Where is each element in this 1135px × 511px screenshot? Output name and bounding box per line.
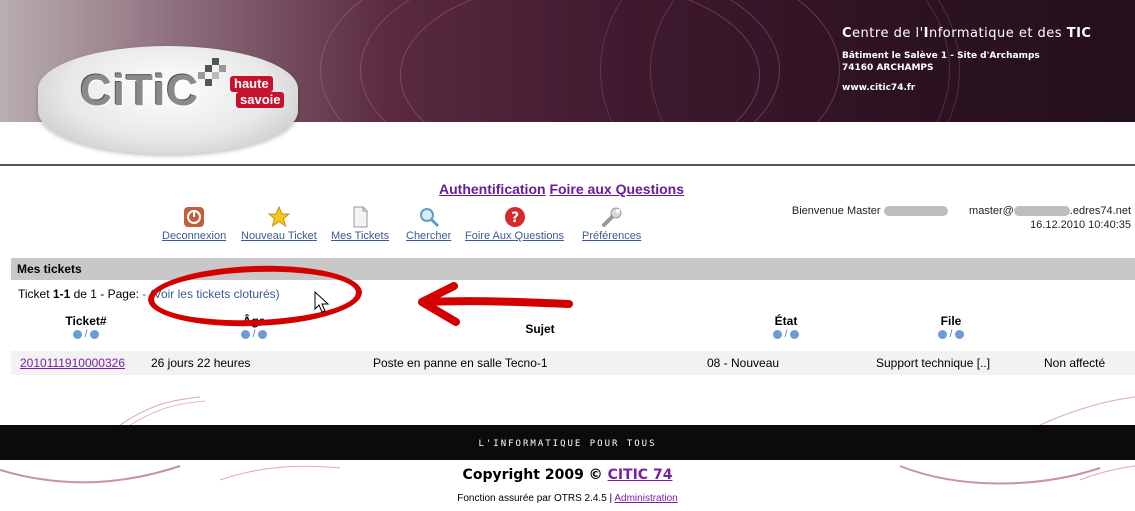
welcome-email-suffix: .edres74.net — [1069, 205, 1131, 217]
logo-savoie-text: savoie — [236, 92, 285, 108]
sort-separator: / — [949, 329, 953, 340]
wrench-icon — [601, 207, 622, 227]
redacted-name — [883, 206, 948, 217]
sort-separator: / — [784, 329, 788, 340]
admin-link[interactable]: Administration — [614, 493, 677, 504]
sort-asc-icon[interactable] — [772, 329, 782, 339]
copyright: Copyright 2009 © CITIC 74 — [0, 467, 1135, 483]
redacted-email — [1013, 206, 1070, 217]
top-links: Authentification Foire aux Questions — [439, 181, 684, 197]
org-title: Centre de l'Informatique et des TIC — [842, 26, 1092, 41]
logo-citic: CiTiC — [80, 66, 200, 115]
address-line-2: 74160 ARCHAMPS — [842, 63, 934, 73]
website-text: www.citic74.fr — [842, 83, 916, 93]
pager-range: 1-1 — [52, 287, 71, 301]
pager-middle: de 1 - Page: — [70, 287, 143, 301]
nav-chercher[interactable]: Chercher — [406, 206, 451, 242]
cell-age: 26 jours 22 heures — [151, 356, 251, 370]
table-row[interactable]: 2010111910000326 26 jours 22 heures Post… — [11, 351, 1135, 375]
footer-tagline: L'INFORMATIQUE POUR TOUS — [478, 439, 657, 449]
nav-label-deconnexion[interactable]: Deconnexion — [162, 230, 226, 242]
sort-ticket[interactable]: / — [56, 329, 116, 340]
nav-nouveau-ticket[interactable]: Nouveau Ticket — [241, 206, 317, 242]
annotation-arrow-icon — [418, 282, 573, 326]
powered-prefix: Fonction assurée par OTRS 2.4.5 | — [457, 493, 615, 504]
sort-asc-icon[interactable] — [937, 329, 947, 339]
nav-mes-tickets[interactable]: Mes Tickets — [331, 206, 389, 242]
mouse-cursor-icon — [314, 291, 330, 313]
welcome-line: Bienvenue Master master@ .edres74.net — [792, 204, 1131, 218]
org-info: Centre de l'Informatique et des TIC Bâti… — [842, 26, 1091, 94]
auth-link[interactable]: Authentification — [439, 181, 546, 197]
nav-label-mes-tickets[interactable]: Mes Tickets — [331, 230, 389, 242]
sort-desc-icon[interactable] — [90, 329, 100, 339]
sort-state[interactable]: / — [766, 329, 806, 340]
header-queue[interactable]: File / — [931, 314, 971, 340]
header-state[interactable]: État / — [766, 314, 806, 340]
sort-separator: / — [84, 329, 88, 340]
cell-owner: Non affecté — [1044, 356, 1106, 370]
nav-deconnexion[interactable]: Deconnexion — [162, 206, 226, 242]
sort-asc-icon[interactable] — [240, 329, 250, 339]
nav-faq[interactable]: ? Foire Aux Questions — [465, 206, 564, 242]
sort-queue[interactable]: / — [931, 329, 971, 340]
header-divider — [0, 164, 1135, 166]
help-icon: ? — [504, 207, 525, 227]
nav-preferences[interactable]: Préférences — [582, 206, 641, 242]
cell-subject: Poste en panne en salle Tecno-1 — [373, 356, 548, 370]
cell-queue: Support technique [..] — [876, 356, 991, 370]
nav-label-faq[interactable]: Foire Aux Questions — [465, 230, 564, 242]
header-queue-label: File — [940, 314, 962, 328]
star-icon — [267, 206, 290, 228]
nav-label-nouveau-ticket[interactable]: Nouveau Ticket — [241, 230, 317, 242]
welcome-email-prefix: master@ — [969, 205, 1014, 217]
power-icon — [184, 207, 205, 227]
powered-by: Fonction assurée par OTRS 2.4.5 | Admini… — [0, 493, 1135, 504]
citic-link[interactable]: CITIC 74 — [608, 467, 673, 483]
nav-label-preferences[interactable]: Préférences — [582, 230, 641, 242]
header-state-label: État — [774, 314, 798, 328]
welcome-block: Bienvenue Master master@ .edres74.net 16.… — [792, 204, 1131, 232]
sort-asc-icon[interactable] — [72, 329, 82, 339]
copyright-prefix: Copyright 2009 © — [462, 467, 608, 483]
logo-haute-savoie: haute savoie — [210, 76, 285, 116]
sort-desc-icon[interactable] — [955, 329, 965, 339]
svg-text:?: ? — [510, 210, 518, 226]
header-ticket[interactable]: Ticket# / — [56, 314, 116, 340]
faq-top-link[interactable]: Foire aux Questions — [549, 181, 684, 197]
ticket-link[interactable]: 2010111910000326 — [20, 356, 125, 370]
document-icon — [353, 206, 368, 228]
cell-state: 08 - Nouveau — [707, 356, 780, 370]
sort-separator: / — [252, 329, 256, 340]
sort-desc-icon[interactable] — [258, 329, 268, 339]
sort-age[interactable]: / — [234, 329, 274, 340]
nav-label-chercher[interactable]: Chercher — [406, 230, 451, 242]
datetime: 16.12.2010 10:40:35 — [1030, 219, 1131, 231]
footer-decoration — [119, 396, 1135, 425]
sort-desc-icon[interactable] — [790, 329, 800, 339]
magnifier-icon — [419, 208, 439, 228]
logo-haute-text: haute — [230, 76, 273, 92]
welcome-greeting: Bienvenue Master — [791, 205, 881, 217]
address-line-1: Bâtiment le Salève 1 - Site d'Archamps — [842, 51, 1040, 61]
pager-prefix: Ticket — [18, 287, 53, 301]
header-ticket-label: Ticket# — [65, 314, 107, 328]
cell-ticket[interactable]: 2010111910000326 — [20, 356, 125, 370]
